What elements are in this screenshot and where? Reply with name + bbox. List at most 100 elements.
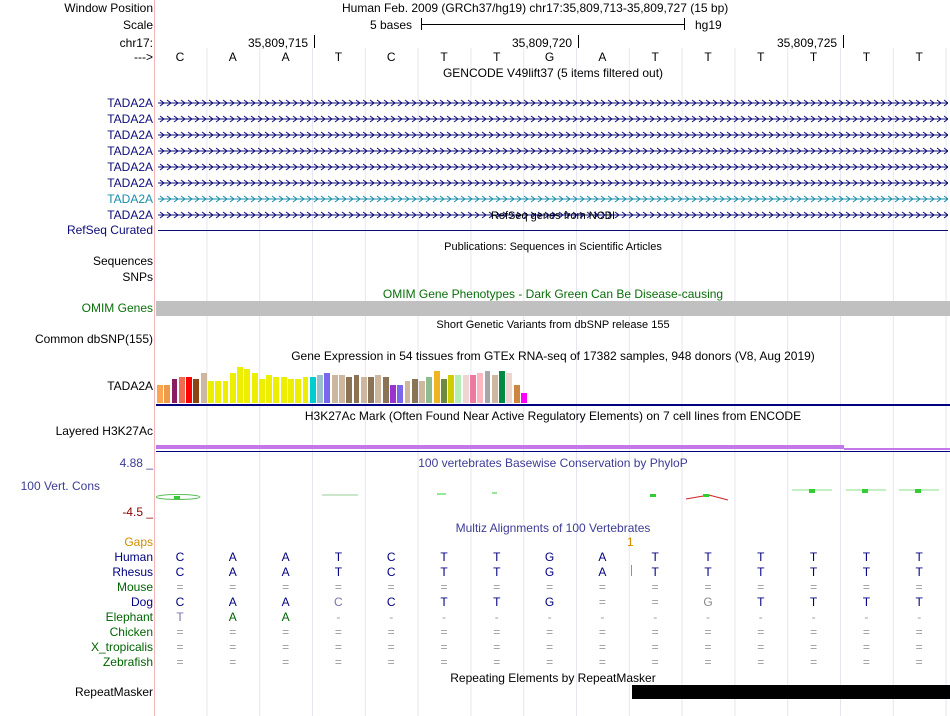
gtex-tissue-bar[interactable] <box>477 373 484 403</box>
gtex-tissue-bar[interactable] <box>440 379 447 403</box>
gtex-tissue-bar[interactable] <box>499 371 506 403</box>
species-label[interactable]: Zebrafish <box>103 655 153 669</box>
gtex-tissue-bar[interactable] <box>419 381 425 403</box>
repeat-element[interactable] <box>632 685 950 699</box>
species-label[interactable]: Chicken <box>110 625 153 639</box>
gtex-tissue-bar[interactable] <box>258 379 265 403</box>
species-label[interactable]: Elephant <box>106 610 153 624</box>
repeatmasker-label[interactable]: RepeatMasker <box>75 685 153 699</box>
gtex-tissue-bar[interactable] <box>368 377 374 403</box>
gene-label[interactable]: TADA2A <box>107 208 153 222</box>
gtex-tissue-bar[interactable] <box>295 379 302 403</box>
gtex-tissue-bar[interactable] <box>470 375 476 403</box>
gtex-tissue-bar[interactable] <box>491 375 498 403</box>
gtex-tissue-bar[interactable] <box>193 379 200 403</box>
window-position-value[interactable]: Human Feb. 2009 (GRCh37/hg19) chr17:35,8… <box>342 1 728 15</box>
species-label[interactable]: X_tropicalis <box>91 640 153 654</box>
gtex-tissue-bar[interactable] <box>346 377 353 403</box>
refseq-line[interactable] <box>158 230 948 231</box>
aligned-base: = <box>334 655 342 669</box>
aligned-base: C <box>175 550 185 564</box>
gtex-tissue-bar[interactable] <box>215 381 222 403</box>
gtex-tissue-bar[interactable] <box>280 377 287 403</box>
gtex-tissue-bar[interactable] <box>266 375 273 403</box>
gene-feature[interactable] <box>158 163 948 171</box>
gene-label[interactable]: TADA2A <box>107 160 153 174</box>
aligned-base: = <box>229 640 237 654</box>
gtex-tissue-bar[interactable] <box>382 377 389 403</box>
gtex-tissue-bar[interactable] <box>397 385 404 403</box>
aligned-base: = <box>704 580 712 594</box>
gtex-tissue-bar[interactable] <box>288 379 294 403</box>
gtex-tissue-bar[interactable] <box>484 371 491 403</box>
gtex-tissue-bar[interactable] <box>244 369 251 403</box>
gtex-tissue-bar[interactable] <box>324 373 331 403</box>
gtex-tissue-bar[interactable] <box>411 379 418 403</box>
gtex-tissue-bar[interactable] <box>317 375 324 403</box>
gtex-tissue-bar[interactable] <box>171 379 178 403</box>
gtex-tissue-bar[interactable] <box>207 381 214 403</box>
snps-label[interactable]: SNPs <box>122 270 153 284</box>
gtex-tissue-bar[interactable] <box>164 385 171 403</box>
gtex-tissue-bar[interactable] <box>506 373 513 403</box>
chrom-label: chr17: <box>119 36 153 50</box>
gtex-tissue-bar[interactable] <box>513 385 520 403</box>
gtex-tissue-bar[interactable] <box>353 375 360 403</box>
gtex-tissue-bar[interactable] <box>375 375 382 403</box>
sequences-label[interactable]: Sequences <box>93 254 153 268</box>
gtex-tissue-bar[interactable] <box>309 377 316 403</box>
gene-label[interactable]: TADA2A <box>107 192 153 206</box>
gtex-tissue-bar[interactable] <box>521 393 527 403</box>
species-label[interactable]: Dog <box>131 595 153 609</box>
gtex-label[interactable]: TADA2A <box>107 379 153 393</box>
gtex-tissue-bar[interactable] <box>433 371 440 403</box>
gene-label[interactable]: TADA2A <box>107 176 153 190</box>
scale-bases: 5 bases <box>370 18 413 32</box>
species-label[interactable]: Human <box>114 550 153 564</box>
gtex-tissue-bar[interactable] <box>251 373 258 403</box>
refseq-label[interactable]: RefSeq Curated <box>67 223 153 237</box>
h3k27ac-signal[interactable] <box>844 448 950 450</box>
gene-feature[interactable] <box>158 115 948 123</box>
omim-feature-bar[interactable] <box>156 301 950 316</box>
gtex-tissue-bar[interactable] <box>404 381 411 403</box>
gtex-tissue-bar[interactable] <box>426 377 433 403</box>
gene-feature[interactable] <box>158 179 948 187</box>
gene-feature[interactable] <box>158 99 948 107</box>
gtex-tissue-bar[interactable] <box>157 385 163 403</box>
gtex-tissue-bar[interactable] <box>302 377 309 403</box>
dbsnp-label[interactable]: Common dbSNP(155) <box>35 332 153 346</box>
gtex-tissue-bar[interactable] <box>448 375 455 403</box>
gene-label[interactable]: TADA2A <box>107 128 153 142</box>
gtex-tissue-bar[interactable] <box>222 381 229 403</box>
gtex-tissue-bar[interactable] <box>360 377 367 403</box>
gtex-tissue-bar[interactable] <box>229 373 236 403</box>
gtex-tissue-bar[interactable] <box>178 377 185 403</box>
gtex-tissue-bar[interactable] <box>389 385 396 403</box>
gtex-tissue-bar[interactable] <box>339 375 345 403</box>
species-label[interactable]: Mouse <box>117 580 153 594</box>
phylop-plot[interactable] <box>156 470 950 520</box>
gene-label[interactable]: TADA2A <box>107 96 153 110</box>
chrom-tick-label: 35,809,715 <box>248 36 309 50</box>
gtex-tissue-bar[interactable] <box>462 375 469 403</box>
gene-feature[interactable] <box>158 195 948 203</box>
gtex-tissue-bar[interactable] <box>237 367 243 403</box>
gtex-tissue-bar[interactable] <box>455 375 462 403</box>
aligned-base: T <box>915 595 923 609</box>
omim-label[interactable]: OMIM Genes <box>82 301 153 315</box>
gtex-tissue-bar[interactable] <box>186 377 192 403</box>
gtex-tissue-bar[interactable] <box>200 373 207 403</box>
aligned-base: = <box>334 580 342 594</box>
h3k27ac-label[interactable]: Layered H3K27Ac <box>56 424 153 438</box>
h3k27ac-signal[interactable] <box>156 445 844 449</box>
phylop-label[interactable]: 100 Vert. Cons <box>21 479 100 493</box>
gene-feature[interactable] <box>158 147 948 155</box>
gtex-tissue-bar[interactable] <box>273 377 280 403</box>
gene-label[interactable]: TADA2A <box>107 112 153 126</box>
strand-label[interactable]: ---> <box>134 50 153 64</box>
gene-label[interactable]: TADA2A <box>107 144 153 158</box>
species-label[interactable]: Rhesus <box>112 565 153 579</box>
gtex-tissue-bar[interactable] <box>331 375 338 403</box>
gene-feature[interactable] <box>158 131 948 139</box>
